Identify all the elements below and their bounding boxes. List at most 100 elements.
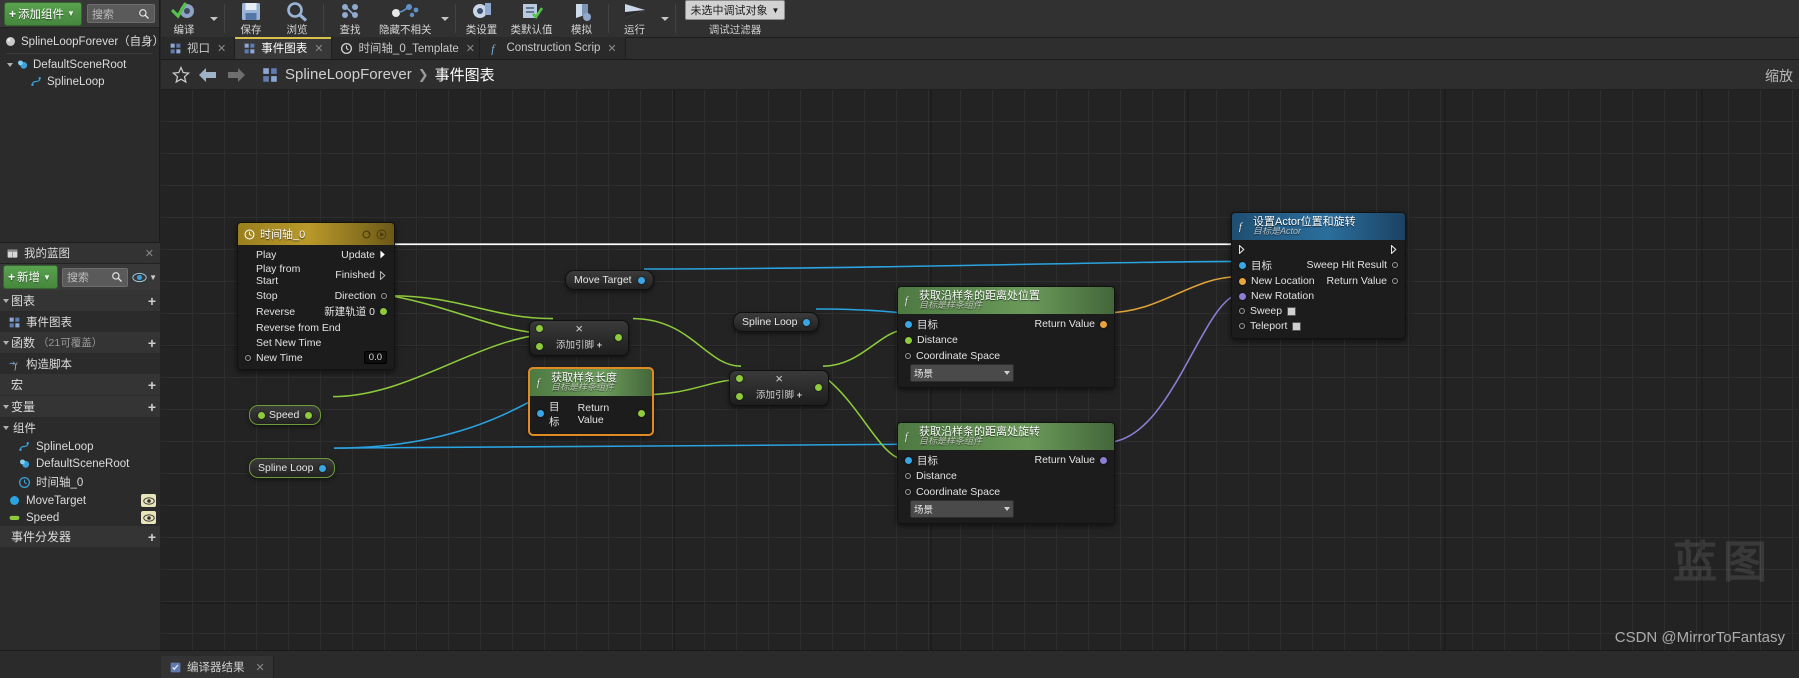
toolbar-find-button[interactable]: 查找 bbox=[327, 0, 373, 37]
forward-button[interactable] bbox=[225, 65, 247, 85]
coordinate-space-select[interactable]: 场景 bbox=[910, 363, 1014, 382]
distance-input-pin[interactable] bbox=[905, 336, 912, 344]
pin-row-target[interactable]: 目标 Return Value bbox=[530, 398, 652, 430]
expand-triangle-icon[interactable] bbox=[3, 404, 9, 409]
close-icon[interactable]: ✕ bbox=[256, 661, 265, 674]
toolbar-class-defaults-button[interactable]: 类默认值 bbox=[505, 0, 559, 37]
return-value-output-pin[interactable] bbox=[638, 410, 645, 418]
output-pin[interactable] bbox=[615, 334, 623, 341]
variable-visibility-toggle[interactable] bbox=[141, 511, 156, 524]
visibility-options-button[interactable]: ▼ bbox=[132, 271, 157, 284]
close-icon[interactable]: ✕ bbox=[466, 42, 475, 55]
tab-compiler-results[interactable]: 编译器结果 ✕ bbox=[161, 656, 274, 678]
target-input-pin[interactable] bbox=[905, 456, 912, 464]
section-event-dispatchers[interactable]: 事件分发器 + bbox=[0, 526, 160, 548]
breadcrumb-root[interactable]: SplineLoopForever bbox=[285, 66, 412, 83]
tab-construction-script[interactable]: f Construction Scrip ✕ bbox=[480, 37, 626, 59]
exec-input-pin[interactable] bbox=[245, 292, 251, 300]
node-get-spline-length[interactable]: f 获取样条长度 目标是样条组件 目标 Return Value bbox=[528, 367, 654, 436]
exec-input-pin[interactable] bbox=[245, 339, 251, 347]
pin-row-distance[interactable]: Distance bbox=[898, 333, 1114, 348]
return-value-output-pin[interactable] bbox=[1392, 278, 1398, 285]
add-pin-button[interactable]: 添加引脚 + bbox=[556, 337, 602, 351]
coordinate-space-input-pin[interactable] bbox=[905, 352, 911, 359]
pin-row-target[interactable]: 目标 Return Value bbox=[898, 452, 1114, 469]
pin-row-sweep[interactable]: Sweep bbox=[1232, 304, 1405, 319]
tab-event-graph[interactable]: 事件图表 ✕ bbox=[235, 37, 333, 59]
graph-canvas[interactable]: 时间轴_0 Play Update Play from Start Finish… bbox=[161, 90, 1799, 650]
new-time-value-input[interactable]: 0.0 bbox=[363, 351, 387, 364]
node-get-location-at-distance-along-spline[interactable]: f 获取沿样条的距离处位置 目标是样条组件 目标 Return Value Di… bbox=[897, 286, 1115, 388]
section-variables[interactable]: 变量 + bbox=[0, 396, 160, 418]
section-graphs[interactable]: 图表 + bbox=[0, 290, 160, 312]
add-graph-button[interactable]: + bbox=[148, 294, 156, 308]
output-pin[interactable] bbox=[803, 318, 811, 326]
node-get-spline-loop-top[interactable]: Spline Loop bbox=[733, 312, 820, 332]
input-pin-a[interactable] bbox=[736, 375, 743, 382]
tab-timeline-template[interactable]: 时间轴_0_Template ✕ bbox=[332, 37, 481, 59]
pin-row-reverse-from-end[interactable]: Reverse from End bbox=[238, 320, 394, 335]
tab-viewport[interactable]: 视口 ✕ bbox=[161, 37, 236, 59]
hide-unrelated-dropdown[interactable] bbox=[438, 0, 452, 37]
exec-input-pin[interactable] bbox=[245, 324, 251, 332]
toolbar-save-button[interactable]: 保存 bbox=[228, 0, 274, 37]
my-bp-item-construction-script[interactable]: f 构造脚本 bbox=[0, 354, 160, 374]
pin-row-exec[interactable] bbox=[1232, 242, 1405, 257]
exec-output-pin[interactable] bbox=[380, 250, 387, 259]
input-pin-b[interactable] bbox=[536, 343, 543, 350]
my-bp-var-movetarget[interactable]: MoveTarget bbox=[0, 492, 160, 509]
toolbar-hide-unrelated-button[interactable]: 隐藏不相关 bbox=[373, 0, 438, 37]
coordinate-space-input-pin[interactable] bbox=[905, 488, 911, 495]
tree-item-spline-loop[interactable]: SplineLoop bbox=[0, 73, 159, 90]
add-pin-button[interactable]: 添加引脚 + bbox=[756, 387, 802, 401]
section-functions[interactable]: 函数 （21可覆盖） + bbox=[0, 332, 160, 354]
output-pin[interactable] bbox=[305, 411, 313, 419]
distance-input-pin[interactable] bbox=[905, 473, 911, 480]
close-icon[interactable]: ✕ bbox=[607, 42, 616, 55]
output-pin[interactable] bbox=[319, 464, 327, 472]
pin-row-set-new-time[interactable]: Set New Time bbox=[238, 335, 394, 350]
node-multiply-top[interactable]: × 添加引脚 + bbox=[529, 320, 630, 356]
close-icon[interactable]: ✕ bbox=[145, 247, 154, 260]
direction-output-pin[interactable] bbox=[381, 292, 387, 299]
pin-row-new-location[interactable]: New Location Return Value bbox=[1232, 274, 1405, 289]
group-components[interactable]: 组件 bbox=[0, 418, 160, 438]
play-options-dropdown[interactable] bbox=[658, 0, 672, 37]
coordinate-space-select[interactable]: 场景 bbox=[910, 499, 1014, 518]
play-auto-icon[interactable] bbox=[376, 229, 387, 240]
my-bp-var-defaultsceneroot[interactable]: DefaultSceneRoot bbox=[0, 455, 160, 472]
return-value-output-pin[interactable] bbox=[1100, 456, 1107, 464]
add-function-button[interactable]: + bbox=[148, 336, 156, 350]
favorite-star-button[interactable] bbox=[171, 65, 191, 85]
my-blueprint-search-input[interactable]: 搜索 bbox=[61, 267, 129, 287]
pin-row-coordinate-space[interactable]: Coordinate Space bbox=[898, 484, 1114, 499]
exec-input-pin[interactable] bbox=[245, 308, 251, 316]
expand-triangle-icon[interactable] bbox=[3, 340, 9, 345]
toolbar-play-button[interactable]: 运行 bbox=[612, 0, 658, 37]
debug-object-select[interactable]: 未选中调试对象 ▼ bbox=[684, 0, 786, 20]
exec-input-pin[interactable] bbox=[245, 251, 251, 259]
input-pin-b[interactable] bbox=[736, 393, 743, 400]
compile-options-dropdown[interactable] bbox=[207, 0, 221, 37]
output-pin[interactable] bbox=[637, 276, 645, 284]
pin-row-play-from-start[interactable]: Play from Start Finished bbox=[238, 262, 394, 288]
pin-row-distance[interactable]: Distance bbox=[898, 469, 1114, 484]
node-get-move-target[interactable]: Move Target bbox=[565, 270, 654, 290]
pin-row-teleport[interactable]: Teleport bbox=[1232, 319, 1405, 334]
expand-triangle-icon[interactable] bbox=[3, 298, 9, 303]
toolbar-browse-button[interactable]: 浏览 bbox=[274, 0, 320, 37]
exec-input-pin[interactable] bbox=[1239, 244, 1246, 254]
back-button[interactable] bbox=[197, 65, 219, 85]
node-get-rotation-at-distance-along-spline[interactable]: f 获取沿样条的距离处旋转 目标是样条组件 目标 Return Value Di… bbox=[897, 422, 1115, 524]
tree-item-root[interactable]: SplineLoopForever（自身） bbox=[0, 31, 164, 51]
exec-output-pin[interactable] bbox=[380, 270, 387, 280]
pin-row-reverse[interactable]: Reverse 新建轨道 0 bbox=[238, 303, 394, 320]
tree-item-default-scene-root[interactable]: DefaultSceneRoot bbox=[0, 56, 159, 73]
my-bp-var-speed[interactable]: Speed bbox=[0, 509, 160, 526]
toolbar-class-settings-button[interactable]: 类设置 bbox=[459, 0, 505, 37]
section-macros[interactable]: 宏 + bbox=[0, 374, 160, 396]
toolbar-simulate-button[interactable]: 模拟 bbox=[559, 0, 605, 37]
loop-icon[interactable] bbox=[361, 229, 372, 240]
add-event-dispatcher-button[interactable]: + bbox=[148, 530, 156, 544]
sweep-hit-result-output-pin[interactable] bbox=[1392, 262, 1398, 269]
